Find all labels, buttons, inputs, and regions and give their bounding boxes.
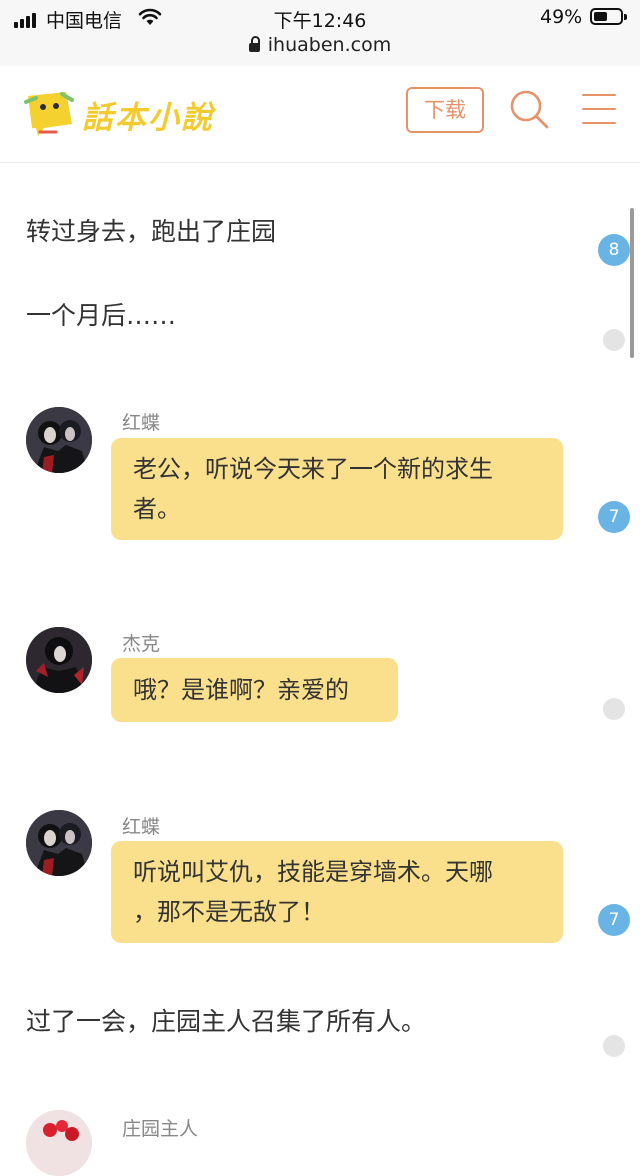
- address-bar[interactable]: ihuaben.com: [0, 34, 640, 56]
- chat-bubble: 听说叫艾仇，技能是穿墙术。天哪 ，那不是无敌了！: [111, 841, 563, 943]
- comment-count-badge[interactable]: 8: [598, 234, 630, 266]
- speaker-name: 红蝶: [122, 816, 161, 838]
- comment-dot[interactable]: [603, 1035, 625, 1057]
- logo-text[interactable]: 話本小說: [82, 92, 214, 137]
- avatar[interactable]: [26, 407, 92, 473]
- narration-text: 转过身去，跑出了庄园: [26, 217, 277, 246]
- scrollbar[interactable]: [630, 208, 634, 358]
- bubble-line: 哦？是谁啊？亲爱的: [133, 676, 349, 704]
- battery-icon: [590, 8, 627, 25]
- bubble-line: 老公，听说今天来了一个新的求生: [133, 455, 493, 483]
- logo-icon[interactable]: [22, 88, 76, 138]
- bubble-line: 者。: [133, 495, 181, 523]
- site-header: 話本小說 下载: [0, 66, 640, 163]
- chat-bubble: 哦？是谁啊？亲爱的: [111, 658, 398, 722]
- comment-dot[interactable]: [603, 698, 625, 720]
- download-button[interactable]: 下载: [406, 87, 484, 133]
- avatar[interactable]: [26, 1110, 92, 1176]
- avatar-image: [26, 627, 92, 693]
- chat-bubble: 老公，听说今天来了一个新的求生 者。: [111, 438, 563, 540]
- speaker-name: 红蝶: [122, 412, 161, 434]
- comment-count-badge[interactable]: 7: [598, 904, 630, 936]
- avatar[interactable]: [26, 627, 92, 693]
- bubble-line: 听说叫艾仇，技能是穿墙术。天哪: [133, 858, 493, 886]
- bubble-line: ，那不是无敌了！: [133, 898, 325, 926]
- avatar-image: [26, 810, 92, 876]
- avatar-image: [26, 407, 92, 473]
- battery-percent: 49%: [540, 6, 583, 28]
- lock-icon: [248, 36, 260, 52]
- narration-text: 过了一会，庄园主人召集了所有人。: [26, 1007, 427, 1036]
- speaker-name: 庄园主人: [122, 1118, 199, 1140]
- comment-dot[interactable]: [603, 329, 625, 351]
- comment-count-badge[interactable]: 7: [598, 501, 630, 533]
- speaker-name: 杰克: [122, 633, 161, 655]
- avatar-image: [26, 1110, 92, 1176]
- narration-text: 一个月后……: [26, 301, 177, 330]
- avatar[interactable]: [26, 810, 92, 876]
- status-bar: 中国电信 下午12:46 49% ihuaben.com: [0, 0, 640, 66]
- url-text: ihuaben.com: [267, 34, 392, 56]
- search-icon[interactable]: [508, 88, 550, 130]
- menu-icon[interactable]: [582, 94, 616, 124]
